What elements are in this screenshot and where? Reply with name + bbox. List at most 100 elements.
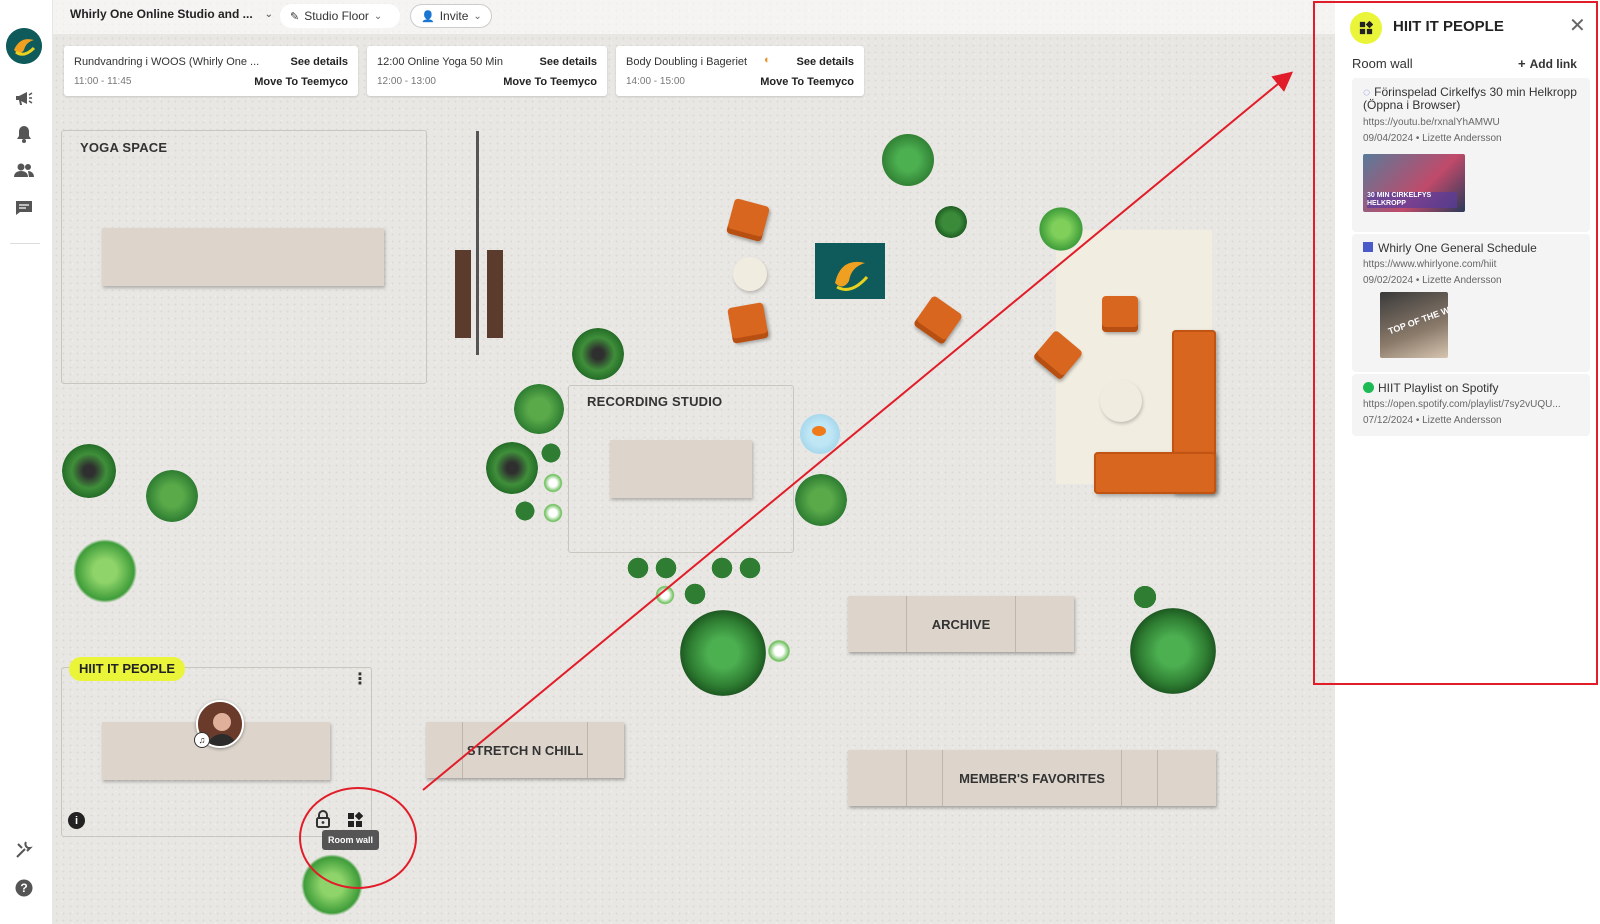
add-link-button[interactable]: + Add link [1518,56,1577,71]
chevron-down-icon: ⌄ [473,10,482,22]
globe-icon: ◌ [1363,85,1371,99]
people-icon[interactable] [12,158,36,182]
move-to-teemyco-link[interactable]: Move To Teemyco [254,76,348,88]
room-label: RECORDING STUDIO [587,394,723,409]
room-archive[interactable]: ARCHIVE [848,596,1074,652]
croissant-icon: ◐ [764,54,771,66]
link-meta: 07/12/2024 • Lizette Andersson [1363,415,1502,426]
workspace-name: Whirly One Online Studio and ... [70,7,253,21]
room-wall-icon[interactable] [347,811,364,828]
invite-button[interactable]: 👤 Invite ⌄ [410,4,492,28]
event-title: 12:00 Online Yoga 50 Min [377,56,503,68]
plant [935,206,967,238]
flower-plant [542,502,564,524]
lock-icon[interactable] [315,810,331,828]
plant [514,500,536,522]
room-label: ARCHIVE [931,616,991,632]
bell-icon[interactable] [12,122,36,146]
floor-name: Studio Floor [304,9,369,23]
thumbnail-text: TOP OF THE WHIRL [1386,297,1448,337]
panel-subtitle: Room wall [1352,56,1413,71]
plant [710,556,734,580]
plant [572,328,624,380]
room-wall-icon [1350,12,1382,44]
close-icon[interactable]: ✕ [1569,16,1586,36]
plant [64,530,146,612]
see-details-link[interactable]: See details [797,56,854,68]
plant [882,134,934,186]
armchair [727,302,769,344]
event-time: 14:00 - 15:00 [626,76,685,87]
invite-label: Invite [439,9,469,23]
plant [540,442,562,464]
partition [476,131,479,355]
help-icon[interactable]: ? [12,876,36,900]
move-to-teemyco-link[interactable]: Move To Teemyco [760,76,854,88]
plant [626,556,650,580]
see-details-link[interactable]: See details [291,56,348,68]
workspace-selector[interactable]: Whirly One Online Studio and ... ⌄ [70,7,273,21]
chat-icon[interactable] [12,196,36,220]
left-rail: ? [0,0,53,924]
plant [1132,584,1158,610]
flower-plant [654,584,676,606]
app-logo[interactable] [6,28,42,64]
link-url[interactable]: https://open.spotify.com/playlist/7sy2vU… [1363,399,1583,410]
wall-link-card[interactable]: Whirly One General Schedule https://www.… [1352,234,1590,372]
plant [62,444,116,498]
event-card[interactable]: Body Doubling i Bageriet ◐ 14:00 - 15:00… [616,46,864,96]
move-to-teemyco-link[interactable]: Move To Teemyco [503,76,597,88]
fish-icon [812,426,826,436]
room-table [102,228,384,286]
bookshelf [455,250,471,338]
plant [1036,204,1086,254]
large-plant [680,610,766,696]
plant [654,556,678,580]
headphones-icon: ♫ [194,732,210,748]
panel-title: HIIT IT PEOPLE [1393,18,1504,35]
spotify-icon [1363,382,1374,393]
see-details-link[interactable]: See details [540,56,597,68]
armchair [1102,296,1138,332]
link-thumbnail: 30 MIN CIRKELFYS HELKROPP [1363,154,1465,212]
megaphone-icon[interactable] [12,86,36,110]
fishbowl [800,414,840,454]
edit-icon: ✎ [290,10,300,23]
flower-plant [766,638,792,664]
room-label: STRETCH N CHILL [466,742,584,758]
plant [514,384,564,434]
info-icon[interactable]: i [68,812,85,829]
add-link-label: Add link [1529,57,1577,71]
link-thumbnail: TOP OF THE WHIRL [1380,292,1448,358]
room-wall-tooltip: Room wall [322,830,380,850]
floor-selector[interactable]: ✎ Studio Floor ⌄ [280,4,400,28]
event-card[interactable]: 12:00 Online Yoga 50 Min 12:00 - 13:00 S… [367,46,607,96]
chevron-down-icon: ⌄ [264,8,274,20]
event-card[interactable]: Rundvandring i WOOS (Whirly One ... 11:0… [64,46,358,96]
wall-link-card[interactable]: ◌ Förinspelad Cirkelfys 30 min Helkropp (… [1352,78,1590,232]
link-meta: 09/04/2024 • Lizette Andersson [1363,133,1502,144]
room-members-favorites[interactable]: MEMBER'S FAVORITES [848,750,1216,806]
plant [146,470,198,522]
room-table [610,440,752,498]
app: ? Whirly One Online Studio and ... ⌄ ✎ S… [0,0,1600,924]
wall-link-card[interactable]: HIIT Playlist on Spotify https://open.sp… [1352,374,1590,436]
tools-icon[interactable] [12,838,36,862]
thumbnail-text: 30 MIN CIRKELFYS HELKROPP [1367,192,1457,208]
room-stretch-n-chill[interactable]: STRETCH N CHILL [426,722,624,778]
svg-text:?: ? [20,881,27,895]
sofa [1094,452,1216,494]
link-meta: 09/02/2024 • Lizette Andersson [1363,275,1502,286]
link-url[interactable]: https://youtu.be/rxnalYhAMWU [1363,117,1583,128]
room-label: MEMBER'S FAVORITES [959,770,1105,786]
plant [683,582,707,606]
event-title: Rundvandring i WOOS (Whirly One ... [74,56,260,68]
link-title: HIIT Playlist on Spotify [1363,382,1583,395]
bookshelf [487,250,503,338]
chevron-down-icon: ⌄ [373,10,383,22]
link-url[interactable]: https://www.whirlyone.com/hiit [1363,259,1583,270]
event-title: Body Doubling i Bageriet [626,56,748,68]
link-title-text: Whirly One General Schedule [1378,241,1537,255]
plant [738,556,762,580]
more-options-icon[interactable]: ⋮ [352,672,368,688]
